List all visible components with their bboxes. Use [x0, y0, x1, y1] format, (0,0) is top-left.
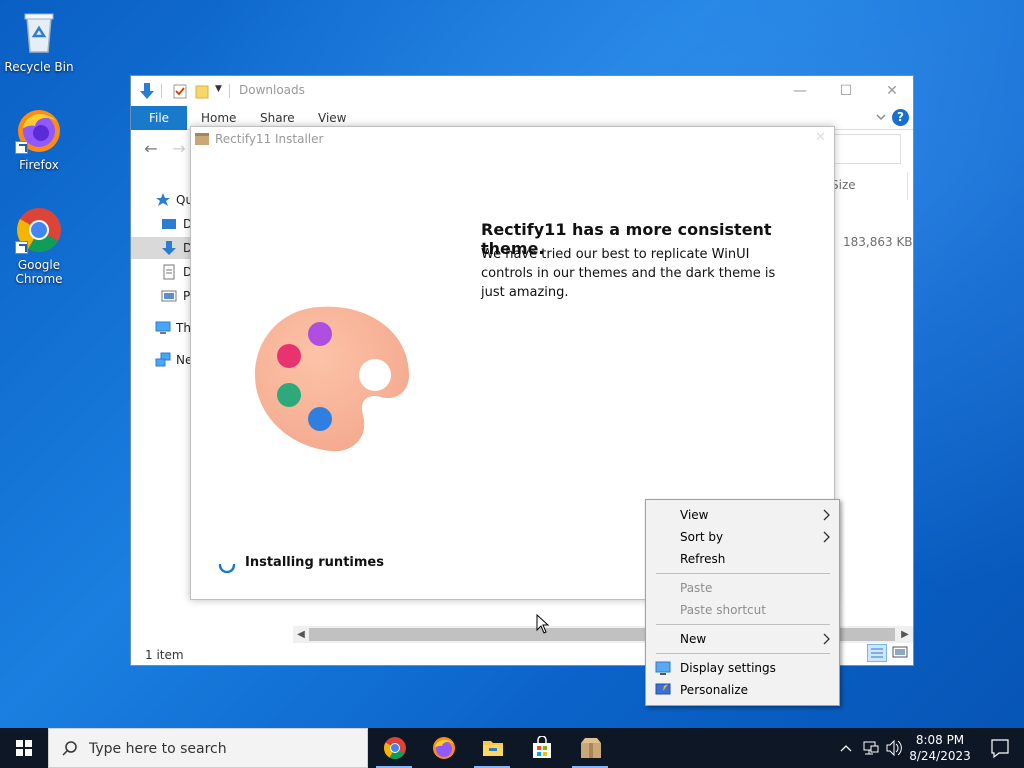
display-settings-icon	[655, 660, 671, 676]
desktop-icon-chrome[interactable]: Google Chrome	[1, 206, 77, 286]
menu-separator	[656, 624, 830, 625]
file-explorer-icon	[481, 736, 505, 760]
desktop-icon-label: Firefox	[19, 158, 59, 172]
column-divider	[907, 172, 908, 200]
menu-item-display-settings[interactable]: Display settings	[646, 657, 839, 679]
file-size-cell: 183,863 KB	[843, 235, 913, 249]
installer-icon	[579, 736, 603, 760]
recycle-bin-icon	[15, 8, 63, 56]
pictures-icon	[161, 288, 177, 304]
menu-item-paste-shortcut[interactable]: Paste shortcut	[646, 599, 839, 621]
desktop-icon-label: Google Chrome	[15, 258, 63, 286]
menu-separator	[656, 653, 830, 654]
desktop-icon-firefox[interactable]: Firefox	[1, 106, 77, 172]
nav-item-network[interactable]: Ne	[131, 349, 193, 371]
search-icon	[61, 740, 79, 758]
clock-date: 8/24/2023	[909, 749, 971, 763]
downloads-icon	[161, 240, 177, 256]
mouse-cursor-icon	[536, 613, 550, 634]
clock-time: 8:08 PM	[915, 733, 965, 747]
installer-box-icon	[195, 133, 209, 145]
chevron-right-icon	[822, 633, 830, 645]
forward-arrow-icon[interactable]: →	[169, 139, 189, 159]
notification-icon	[991, 739, 1009, 759]
minimize-button[interactable]: —	[777, 76, 823, 106]
firefox-icon	[15, 106, 63, 154]
chevron-right-icon	[822, 531, 830, 543]
desktop-icon-label: Recycle Bin	[4, 60, 74, 74]
chevron-right-icon	[822, 509, 830, 521]
details-view-icon[interactable]	[867, 644, 887, 662]
show-hidden-icons-icon[interactable]	[838, 728, 854, 768]
menu-separator	[656, 573, 830, 574]
shortcut-arrow-icon	[15, 141, 28, 154]
nav-item-documents[interactable]: D	[131, 261, 193, 283]
titlebar-divider	[229, 84, 230, 98]
nav-item-quick-access[interactable]: Qu	[131, 189, 193, 211]
shortcut-arrow-icon	[15, 241, 28, 254]
installer-description: We have tried our best to replicate WinU…	[481, 247, 776, 300]
chrome-icon	[15, 206, 63, 254]
desktop-icon-recycle-bin[interactable]: Recycle Bin	[1, 8, 77, 74]
scroll-right-icon[interactable]: ▶	[897, 626, 913, 643]
maximize-button[interactable]: ☐	[823, 76, 869, 106]
personalize-icon	[655, 682, 671, 698]
network-icon	[155, 352, 171, 368]
firefox-icon	[432, 736, 456, 760]
taskbar-app-installer[interactable]	[566, 728, 614, 768]
menu-item-new[interactable]: New	[646, 628, 839, 650]
titlebar-divider	[161, 84, 162, 98]
nav-item-desktop[interactable]: D	[131, 213, 193, 235]
taskbar-app-chrome[interactable]	[370, 728, 418, 768]
progress-spinner-icon	[217, 553, 237, 574]
installer-title: Rectify11 Installer	[215, 132, 324, 146]
documents-icon	[161, 264, 177, 280]
properties-icon[interactable]	[173, 82, 187, 100]
installer-status: Installing runtimes	[245, 555, 384, 570]
help-icon[interactable]: ?	[892, 109, 909, 126]
network-tray-icon[interactable]	[862, 728, 880, 768]
nav-item-this-pc[interactable]: Thi	[131, 317, 193, 339]
notifications-button[interactable]	[976, 728, 1024, 768]
taskbar-app-file-explorer[interactable]	[468, 728, 516, 768]
download-arrow-icon	[139, 82, 155, 100]
menu-item-refresh[interactable]: Refresh	[646, 548, 839, 570]
taskbar-search-input[interactable]: Type here to search	[48, 728, 368, 768]
back-arrow-icon[interactable]: ←	[141, 139, 161, 159]
menu-item-personalize[interactable]: Personalize	[646, 679, 839, 701]
desktop-context-menu: View Sort by Refresh Paste Paste shortcu…	[645, 499, 840, 706]
taskbar: Type here to search 8:08 PM 8/24/2023	[0, 728, 1024, 768]
taskbar-app-store[interactable]	[517, 728, 565, 768]
desktop-icon	[161, 216, 177, 232]
menu-item-view[interactable]: View	[646, 504, 839, 526]
volume-icon[interactable]	[885, 728, 903, 768]
nav-item-pictures[interactable]: P	[131, 285, 193, 307]
installer-close-button[interactable]: ✕	[815, 130, 826, 145]
close-button[interactable]: ✕	[869, 76, 915, 106]
this-pc-icon	[155, 320, 171, 336]
start-button[interactable]	[0, 728, 48, 768]
scroll-left-icon[interactable]: ◀	[293, 626, 309, 643]
chrome-icon	[383, 736, 407, 760]
palette-icon	[249, 297, 419, 457]
expand-ribbon-icon[interactable]	[875, 111, 887, 123]
windows-logo-icon	[16, 740, 32, 756]
tab-file[interactable]: File	[131, 106, 187, 130]
explorer-titlebar[interactable]: ▼ Downloads — ☐ ✕	[131, 76, 913, 106]
status-item-count: 1 item	[145, 648, 184, 662]
menu-item-sort-by[interactable]: Sort by	[646, 526, 839, 548]
taskbar-clock[interactable]: 8:08 PM 8/24/2023	[908, 732, 972, 764]
store-icon	[530, 735, 554, 760]
menu-item-paste[interactable]: Paste	[646, 577, 839, 599]
navigation-pane: Qu D D D P Thi Ne	[131, 176, 193, 616]
star-icon	[155, 192, 171, 208]
taskbar-app-firefox[interactable]	[419, 728, 467, 768]
customize-toolbar-icon[interactable]: ▼	[215, 84, 225, 102]
large-icons-view-icon[interactable]	[891, 644, 911, 662]
window-title: Downloads	[239, 83, 305, 97]
nav-item-downloads[interactable]: D	[131, 237, 193, 259]
new-folder-icon[interactable]	[195, 82, 209, 100]
